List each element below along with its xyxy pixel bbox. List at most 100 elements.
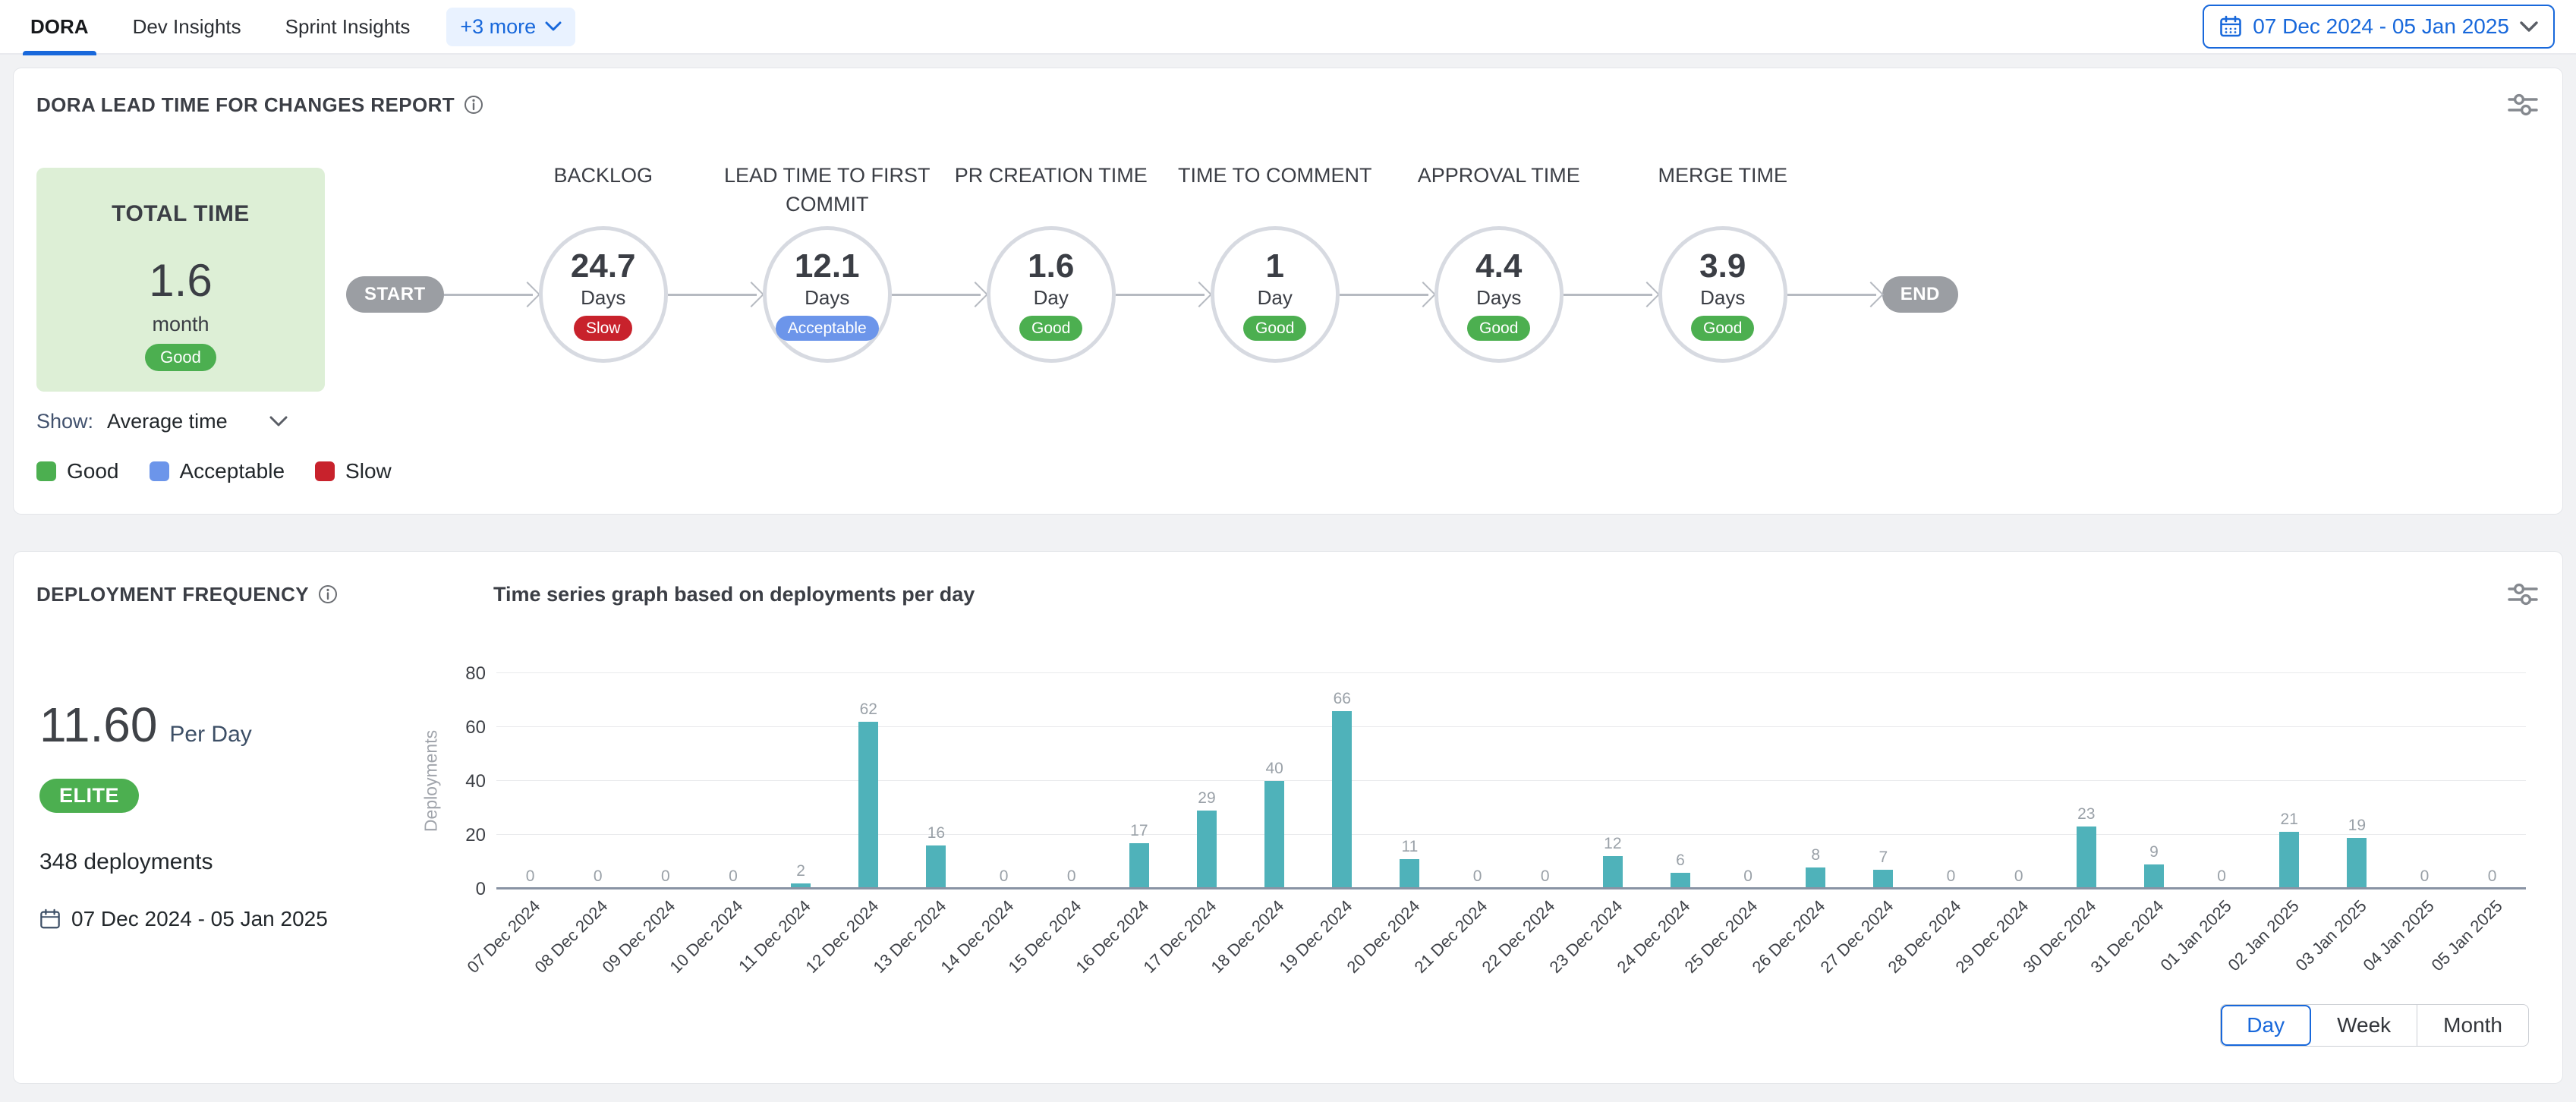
stage-status-badge: Good [1467,316,1530,341]
bar[interactable] [1264,781,1284,889]
y-axis-ticks: 020406080 [446,673,486,889]
bar-column[interactable]: 16 [902,825,970,889]
tab-dev-insights[interactable]: Dev Insights [125,0,249,54]
bar[interactable] [1332,711,1352,889]
bar[interactable] [2144,864,2164,889]
tab-sprint-insights[interactable]: Sprint Insights [278,0,418,54]
total-time-status-badge: Good [145,344,216,371]
info-icon[interactable] [318,584,338,604]
bar-value-label: 0 [1067,868,1076,884]
info-icon[interactable] [464,95,483,115]
bar-value-label: 62 [860,701,877,717]
bar-column[interactable]: 8 [1782,847,1850,889]
tab-dora[interactable]: DORA [23,0,96,54]
calendar-icon [39,908,61,930]
bar-column[interactable]: 19 [2323,817,2391,889]
bar[interactable] [1400,859,1419,889]
bar[interactable] [2279,832,2299,889]
y-tick: 60 [465,717,486,738]
stage-unit: Days [1476,286,1521,310]
bar-column[interactable]: 0 [2188,868,2256,889]
toggle-month[interactable]: Month [2417,1005,2528,1046]
bar-column[interactable]: 0 [564,868,631,889]
deployment-filter-button[interactable] [2506,579,2540,609]
bar-column[interactable]: 12 [1579,836,1646,889]
bar-value-label: 9 [2149,844,2159,860]
toggle-day[interactable]: Day [2221,1005,2311,1046]
bar-column[interactable]: 7 [1850,849,1917,889]
stage-status-badge: Slow [574,316,633,341]
more-tabs-button[interactable]: +3 more [446,8,575,46]
bar-column[interactable]: 0 [1444,868,1511,889]
bar-value-label: 0 [1000,868,1009,884]
bar-column[interactable]: 0 [496,868,564,889]
stage-value: 12.1 [795,248,860,285]
bar-column[interactable]: 0 [1511,868,1579,889]
date-range-picker[interactable]: 07 Dec 2024 - 05 Jan 2025 [2203,5,2555,49]
bar-column[interactable]: 0 [699,868,767,889]
stage-circle: 24.7DaysSlow [539,226,668,363]
bar[interactable] [2347,838,2367,889]
bar-column[interactable]: 66 [1308,691,1376,889]
bar[interactable] [1873,870,1893,889]
legend-item-slow: Slow [315,459,392,483]
bar-column[interactable]: 0 [1038,868,1105,889]
bar-columns: 0000262160017294066110012608700239021190… [496,673,2526,889]
bar-column[interactable]: 0 [2458,868,2526,889]
calendar-icon [2219,15,2242,38]
bar[interactable] [1129,843,1149,889]
bar-column[interactable]: 62 [835,701,902,889]
bar-column[interactable]: 6 [1646,852,1714,889]
flow-end-pill: END [1882,276,1958,313]
bar-value-label: 0 [2217,868,2226,884]
lead-time-filter-button[interactable] [2506,90,2540,120]
bar-column[interactable]: 23 [2052,806,2120,889]
date-range-label: 07 Dec 2024 - 05 Jan 2025 [2253,14,2509,39]
bar-column[interactable]: 9 [2120,844,2187,889]
status-legend: GoodAcceptableSlow [36,459,2540,483]
plot-area: 0000262160017294066110012608700239021190… [496,673,2526,889]
deployment-stats: 11.60 Per Day ELITE 348 deployments 07 D… [36,632,416,1003]
chevron-down-icon[interactable] [269,416,288,427]
stage-unit: Days [805,286,849,310]
bar-value-label: 6 [1676,852,1685,868]
flow-arrow [892,278,987,311]
stage-value: 1 [1265,248,1283,285]
bar-value-label: 0 [1473,868,1482,884]
bar-column[interactable]: 0 [1917,868,1985,889]
legend-swatch [315,461,335,481]
bar-column[interactable]: 2 [767,863,835,889]
stage-value: 4.4 [1475,248,1522,285]
y-tick: 80 [465,663,486,685]
bar-column[interactable]: 21 [2256,811,2323,889]
bar-column[interactable]: 0 [970,868,1038,889]
show-dropdown[interactable]: Average time [107,410,228,433]
bar-column[interactable]: 0 [631,868,699,889]
bar[interactable] [1671,873,1690,889]
bar[interactable] [1806,867,1825,889]
bar-column[interactable]: 11 [1376,839,1444,889]
bar[interactable] [2077,826,2096,889]
bar-column[interactable]: 40 [1241,760,1308,889]
stage-unit: Day [1034,286,1069,310]
bar-column[interactable]: 29 [1173,790,1240,889]
stage-unit: Day [1258,286,1293,310]
stage-circle: 1.6DayGood [987,226,1116,363]
legend-swatch [150,461,169,481]
deployment-frequency-card: DEPLOYMENT FREQUENCY Time series graph b… [14,552,2562,1083]
bar[interactable] [1603,856,1623,889]
bar[interactable] [1197,811,1217,889]
bar-value-label: 2 [796,863,805,879]
deployment-frequency-card-title: DEPLOYMENT FREQUENCY [36,583,338,606]
bar-value-label: 0 [1541,868,1550,884]
bar[interactable] [858,722,878,889]
bar-column[interactable]: 0 [2391,868,2458,889]
bar-column[interactable]: 0 [1985,868,2052,889]
bar-column[interactable]: 17 [1105,823,1173,889]
bar[interactable] [926,845,946,889]
flow-arrow [1340,278,1434,311]
bar-column[interactable]: 0 [1715,868,1782,889]
stage-circle: 12.1DaysAcceptable [763,226,892,363]
bar-value-label: 16 [927,825,945,841]
toggle-week[interactable]: Week [2311,1005,2417,1046]
